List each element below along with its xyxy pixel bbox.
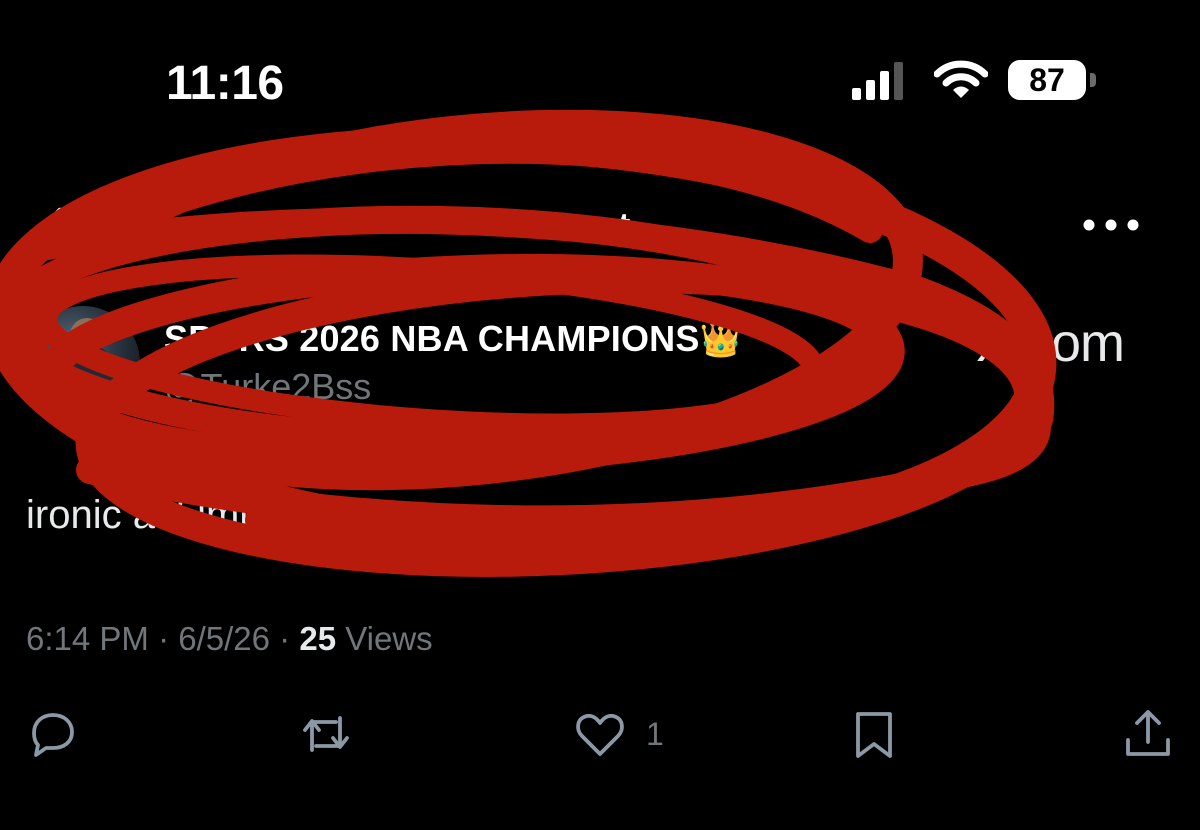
post-time[interactable]: 6:14 PM [26,620,149,657]
share-icon [1126,710,1170,756]
reply-icon [32,713,74,757]
like-count: 1 [646,715,664,752]
like-button[interactable]: 1 [572,706,664,762]
repost-button[interactable] [298,706,354,762]
wifi-icon [934,60,988,98]
post-meta: 6:14 PM · 6/5/26 · 25 Views [26,620,433,658]
page-title: Post [548,206,631,248]
crying-emoji: 😭 [270,493,318,537]
author-handle[interactable]: @Turke2Bss [164,366,371,408]
post-text: ironic asf lmk 😭 [26,492,317,538]
bookmark-icon [856,712,892,758]
meta-separator: · [279,620,291,657]
author-display-name[interactable]: SPURS 2026 NBA CHAMPIONS👑 [164,318,742,360]
bookmark-button[interactable] [846,706,902,762]
meta-separator: · [158,620,170,657]
post-text-content: ironic asf lmk [26,493,260,537]
views-label: Views [345,620,433,657]
back-arrow-icon[interactable] [40,204,84,248]
battery-icon: 87 [1008,60,1096,102]
cellular-signal-icon [852,62,903,100]
battery-level: 87 [1008,60,1086,100]
reply-button[interactable] [24,706,80,762]
crown-emoji: 👑 [699,321,743,359]
views-count: 25 [299,620,337,657]
battery-nub [1090,73,1096,87]
repost-icon [303,716,349,752]
avatar[interactable] [26,306,140,420]
status-time: 11:16 [166,57,284,110]
heart-icon [576,713,624,756]
more-options-icon[interactable] [1082,214,1140,236]
display-name-text: SPURS 2026 NBA CHAMPIONS [164,318,700,359]
share-button[interactable] [1120,706,1176,762]
watermark: X.com [976,313,1125,373]
post-date[interactable]: 6/5/26 [178,620,270,657]
